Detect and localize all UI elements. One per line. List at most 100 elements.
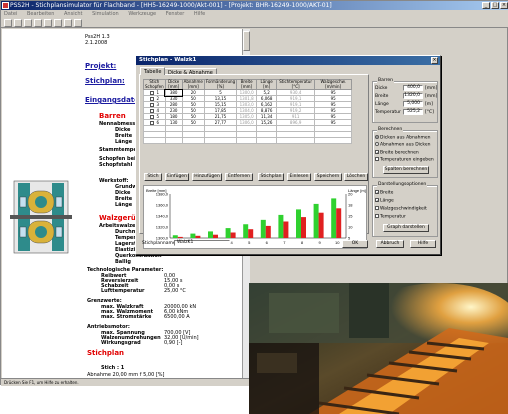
menu-fenster[interactable]: Fenster	[166, 11, 185, 17]
help-icon[interactable]	[74, 19, 82, 27]
grenz-label-3: max. Stromstärke	[101, 314, 152, 320]
dialog-close-button[interactable]: ×	[431, 57, 438, 64]
open-icon[interactable]	[14, 19, 22, 27]
cell-breite[interactable]: 1301,8	[236, 95, 258, 102]
cell-breite[interactable]: 1300,0	[236, 89, 258, 96]
menu-werkzeuge[interactable]: Werkzeuge	[128, 11, 156, 17]
bar-breite	[260, 219, 266, 238]
stichplan-heading: Stichplan	[87, 349, 125, 357]
check-walzgeschwindigkeit[interactable]: Walzgeschwindigkeit	[375, 206, 427, 212]
grenz-value-3: 6500,00 A	[164, 314, 190, 320]
tab-tabelle[interactable]: Tabelle	[140, 67, 166, 75]
stich-label: Stich : 1	[101, 365, 125, 371]
opt-dicken-aus-abnahmen[interactable]: Dicken aus Abnahmen	[375, 135, 430, 141]
einfuegen-button[interactable]: Einfügen	[165, 173, 189, 181]
checkbox-checked-icon: ✓	[375, 190, 380, 195]
loeschen-button[interactable]: Löschen	[344, 173, 368, 181]
status-bar: Drücken Sie F1, um Hilfe zu erhalten.	[1, 378, 250, 386]
empty-cell[interactable]	[236, 137, 258, 144]
opt-abnahmen-aus-dicken[interactable]: Abnahmen aus Dicken	[375, 142, 430, 148]
check-laenge[interactable]: ✓Länge	[375, 198, 394, 204]
check-temperaturen-eingeben[interactable]: Temperaturen eingeben	[375, 157, 434, 163]
stichplan-button[interactable]: Stichplan	[258, 173, 284, 181]
empty-cell[interactable]	[276, 137, 316, 144]
bar-breite	[243, 224, 249, 238]
barren-group: Barren Dicke 400,0 [mm] Breite 1320,0 [m…	[372, 78, 438, 123]
empty-cell[interactable]	[256, 137, 278, 144]
print-icon[interactable]	[34, 19, 42, 27]
cell-breite[interactable]: 1303,0	[236, 101, 258, 108]
empty-cell[interactable]	[181, 137, 205, 144]
y-tick-label-left: 1380,0	[156, 192, 169, 197]
empty-cell[interactable]	[203, 137, 238, 144]
y-tick-label-right: 15	[348, 214, 353, 219]
menu-ansicht[interactable]: Ansicht	[64, 11, 82, 17]
row-checkbox-icon[interactable]	[149, 109, 154, 113]
spalten-berechnen-button[interactable]: Spalten berechnen	[383, 166, 429, 174]
barren-laenge-input[interactable]: 5,000	[403, 101, 423, 107]
cell-breite[interactable]: 1304,0	[236, 107, 258, 114]
menu-datei[interactable]: Datei	[4, 11, 17, 17]
stichplan-table[interactable]: Stich Schopfen Dicke [mm] Abnahme [mm] F…	[143, 79, 353, 144]
speichern-button[interactable]: Speichern	[314, 173, 342, 181]
menu-bearbeiten[interactable]: Bearbeiten	[27, 11, 54, 17]
techn-label-4: Lufttemperatur	[101, 288, 145, 294]
y-tick-label-left: 1300,0	[156, 236, 169, 241]
paste-icon[interactable]	[64, 19, 72, 27]
new-icon[interactable]	[4, 19, 12, 27]
stichplan-dialog: Stichplan - Walzk1 × Tabelle Dicke & Abn…	[135, 55, 441, 255]
barren-breite-input[interactable]: 1320,0	[403, 93, 423, 99]
ok-button[interactable]: OK	[342, 240, 368, 248]
stichplanname-input[interactable]: WalzK1	[174, 240, 230, 246]
bar-laenge	[265, 225, 271, 238]
hilfe-button[interactable]: Hilfe	[410, 240, 436, 248]
stich-number: 4	[156, 108, 160, 113]
row-checkbox-icon[interactable]	[149, 115, 154, 119]
bar-breite	[313, 203, 319, 238]
empty-cell[interactable]	[314, 137, 353, 144]
close-button[interactable]: ×	[500, 2, 508, 9]
check-breite[interactable]: ✓Breite	[375, 190, 393, 196]
empty-cell[interactable]	[164, 137, 183, 144]
stich-number: 3	[156, 102, 160, 107]
stichplanname-label: Stichplanname:	[142, 241, 178, 246]
cut-icon[interactable]	[44, 19, 52, 27]
x-tick-label: 9	[318, 240, 321, 245]
barren-dicke-input[interactable]: 400,0	[403, 85, 423, 91]
check-breite-berechnen[interactable]: ✓Breite berechnen	[375, 150, 419, 156]
row-checkbox-icon[interactable]	[149, 121, 154, 125]
empty-cell[interactable]	[143, 137, 166, 144]
cell-breite[interactable]: 1306,0	[236, 119, 258, 126]
scroll-thumb[interactable]	[243, 31, 250, 51]
stich-number: 5	[156, 114, 160, 119]
techn-value-4: 25,00 °C	[164, 288, 186, 294]
cell-breite[interactable]: 1305,0	[236, 113, 258, 120]
menu-simulation[interactable]: Simulation	[92, 11, 119, 17]
abbruch-button[interactable]: Abbruch	[376, 240, 404, 248]
stich-button[interactable]: Stich	[144, 173, 162, 181]
checkbox-checked-icon: ✓	[375, 198, 380, 203]
barren-temperatur-input[interactable]: 525,2	[403, 109, 423, 115]
save-icon[interactable]	[24, 19, 32, 27]
date-text: 2.1.2008	[85, 40, 108, 46]
bar-laenge	[248, 229, 254, 238]
graph-darstellen-button[interactable]: Graph darstellen	[383, 224, 429, 232]
row-checkbox-icon[interactable]	[149, 103, 154, 107]
table-row-empty[interactable]	[143, 137, 353, 144]
row-checkbox-icon[interactable]	[149, 91, 154, 95]
y-tick-label-right: 10	[348, 225, 353, 230]
hinzufuegen-button[interactable]: Hinzufügen	[192, 173, 222, 181]
barren-dicke-unit: [mm]	[425, 86, 438, 91]
menu-hilfe[interactable]: Hilfe	[194, 11, 205, 17]
einlesen-button[interactable]: Einlesen	[287, 173, 311, 181]
app-icon	[2, 2, 9, 9]
entfernen-button[interactable]: Entfernen	[225, 173, 253, 181]
row-checkbox-icon[interactable]	[149, 97, 154, 101]
maximize-button[interactable]: □	[491, 2, 499, 9]
bar-breite	[225, 228, 231, 238]
minimize-button[interactable]: _	[482, 2, 490, 9]
check-temperatur[interactable]: Temperatur	[375, 214, 406, 220]
bar-breite	[331, 198, 337, 238]
copy-icon[interactable]	[54, 19, 62, 27]
col-breite: Breite [mm]	[236, 79, 258, 90]
